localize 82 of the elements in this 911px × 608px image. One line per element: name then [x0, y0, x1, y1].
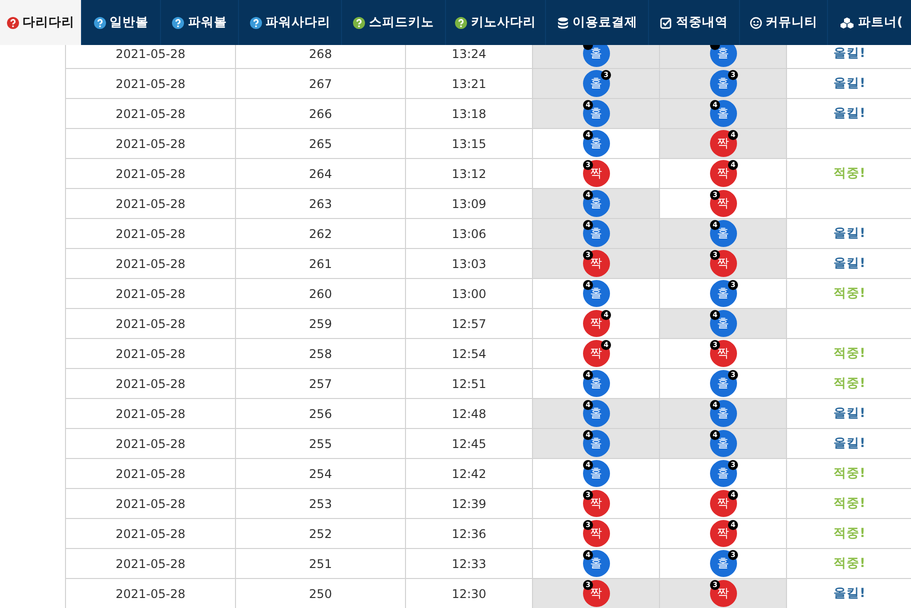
outcome-label: 적중! [834, 555, 866, 570]
round-cell: 263 [236, 188, 406, 218]
outcome-label: 올킬! [834, 45, 866, 60]
outcome-label: 적중! [834, 285, 866, 300]
round-cell: 254 [236, 458, 406, 488]
nav-tab[interactable]: 키노사다리 [446, 0, 546, 45]
time-cell: 12:48 [406, 398, 532, 428]
date-cell: 2021-05-28 [66, 458, 236, 488]
time-cell: 13:21 [406, 68, 532, 98]
round-cell: 261 [236, 248, 406, 278]
round-cell: 260 [236, 278, 406, 308]
date-cell: 2021-05-28 [66, 578, 236, 608]
time-cell: 12:36 [406, 518, 532, 548]
date-cell: 2021-05-28 [66, 518, 236, 548]
time-cell: 12:33 [406, 548, 532, 578]
round-cell: 251 [236, 548, 406, 578]
date-cell: 2021-05-28 [66, 278, 236, 308]
date-cell: 2021-05-28 [66, 548, 236, 578]
date-cell: 2021-05-28 [66, 368, 236, 398]
outcome-label: 적중! [834, 465, 866, 480]
time-cell: 12:45 [406, 428, 532, 458]
round-cell: 259 [236, 308, 406, 338]
cubes-icon [840, 16, 854, 28]
date-cell: 2021-05-28 [66, 98, 236, 128]
outcome-label: 적중! [834, 375, 866, 390]
nav-tab[interactable]: 일반볼 [82, 0, 161, 45]
time-cell: 12:39 [406, 488, 532, 518]
outcome-label: 올킬! [834, 105, 866, 120]
round-cell: 267 [236, 68, 406, 98]
smiley-icon [750, 16, 762, 28]
checkbox-icon [660, 16, 672, 28]
outcome-label: 올킬! [834, 405, 866, 420]
time-cell: 13:15 [406, 128, 532, 158]
date-cell: 2021-05-28 [66, 248, 236, 278]
nav-tab[interactable]: 적중내역 [649, 0, 740, 45]
outcome-label: 적중! [834, 495, 866, 510]
date-cell: 2021-05-28 [66, 398, 236, 428]
date-cell: 2021-05-28 [66, 128, 236, 158]
time-cell: 13:03 [406, 248, 532, 278]
time-cell: 12:54 [406, 338, 532, 368]
nav-tab[interactable]: 스피드키노 [342, 0, 446, 45]
time-cell: 13:18 [406, 98, 532, 128]
date-cell: 2021-05-28 [66, 68, 236, 98]
outcome-label: 올킬! [834, 225, 866, 240]
outcome-label: 적중! [834, 165, 866, 180]
nav-tab[interactable]: 커뮤니티 [740, 0, 828, 45]
nav-tab[interactable]: 파워사다리 [239, 0, 342, 45]
outcome-label: 올킬! [834, 585, 866, 600]
round-cell: 257 [236, 368, 406, 398]
database-icon [556, 16, 568, 28]
round-cell: 255 [236, 428, 406, 458]
outcome-label: 올킬! [834, 75, 866, 90]
time-cell: 13:00 [406, 278, 532, 308]
date-cell: 2021-05-28 [66, 158, 236, 188]
time-cell: 12:51 [406, 368, 532, 398]
date-cell: 2021-05-28 [66, 338, 236, 368]
time-cell: 13:06 [406, 218, 532, 248]
time-cell: 13:12 [406, 158, 532, 188]
date-cell: 2021-05-28 [66, 488, 236, 518]
nav-tab[interactable]: 이용료결제 [546, 0, 649, 45]
nav-tab[interactable]: 파워볼 [161, 0, 239, 45]
round-cell: 262 [236, 218, 406, 248]
outcome-label: 올킬! [834, 435, 866, 450]
nav-tab[interactable]: 파트너( [828, 0, 911, 45]
round-cell: 256 [236, 398, 406, 428]
round-cell: 253 [236, 488, 406, 518]
time-cell: 12:42 [406, 458, 532, 488]
round-cell: 266 [236, 98, 406, 128]
round-cell: 258 [236, 338, 406, 368]
outcome-label: 적중! [834, 345, 866, 360]
date-cell: 2021-05-28 [66, 188, 236, 218]
date-cell: 2021-05-28 [66, 308, 236, 338]
round-cell: 265 [236, 128, 406, 158]
round-cell: 264 [236, 158, 406, 188]
outcome-label: 적중! [834, 525, 866, 540]
round-cell: 252 [236, 518, 406, 548]
time-cell: 12:57 [406, 308, 532, 338]
date-cell: 2021-05-28 [66, 428, 236, 458]
date-cell: 2021-05-28 [66, 218, 236, 248]
nav-tab[interactable]: 다리다리 [0, 0, 82, 45]
time-cell: 13:09 [406, 188, 532, 218]
outcome-label: 올킬! [834, 255, 866, 270]
